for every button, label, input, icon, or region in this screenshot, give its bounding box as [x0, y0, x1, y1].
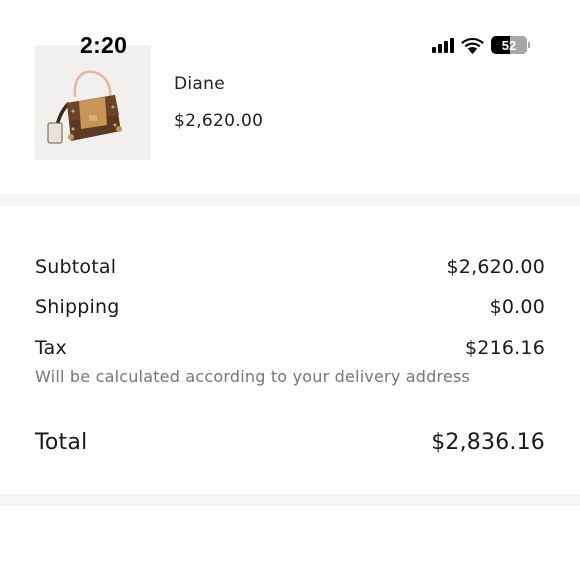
status-icons: 52: [432, 36, 530, 54]
shipping-value: $0.00: [489, 296, 545, 318]
wifi-icon: [461, 37, 484, 54]
subtotal-row: Subtotal $2,620.00: [35, 256, 545, 278]
battery-icon: 52: [491, 36, 530, 54]
product-image[interactable]: [35, 45, 151, 160]
tax-row: Tax $216.16: [35, 337, 545, 359]
total-value: $2,836.16: [431, 430, 545, 455]
total-row: Total $2,836.16: [35, 430, 545, 455]
tax-note: Will be calculated according to your del…: [35, 367, 471, 386]
signal-icon: [432, 37, 454, 53]
shipping-row: Shipping $0.00: [35, 296, 545, 318]
subtotal-value: $2,620.00: [446, 256, 545, 278]
product-name[interactable]: Diane: [174, 74, 225, 94]
total-label: Total: [35, 430, 88, 455]
product-price: $2,620.00: [174, 111, 264, 131]
shipping-label: Shipping: [35, 296, 120, 318]
section-divider: [0, 194, 580, 206]
section-divider: [0, 494, 580, 506]
battery-percentage: 52: [501, 37, 517, 53]
tax-label: Tax: [35, 337, 67, 359]
tax-value: $216.16: [465, 337, 545, 359]
status-time: 2:20: [80, 32, 128, 58]
subtotal-label: Subtotal: [35, 256, 117, 278]
